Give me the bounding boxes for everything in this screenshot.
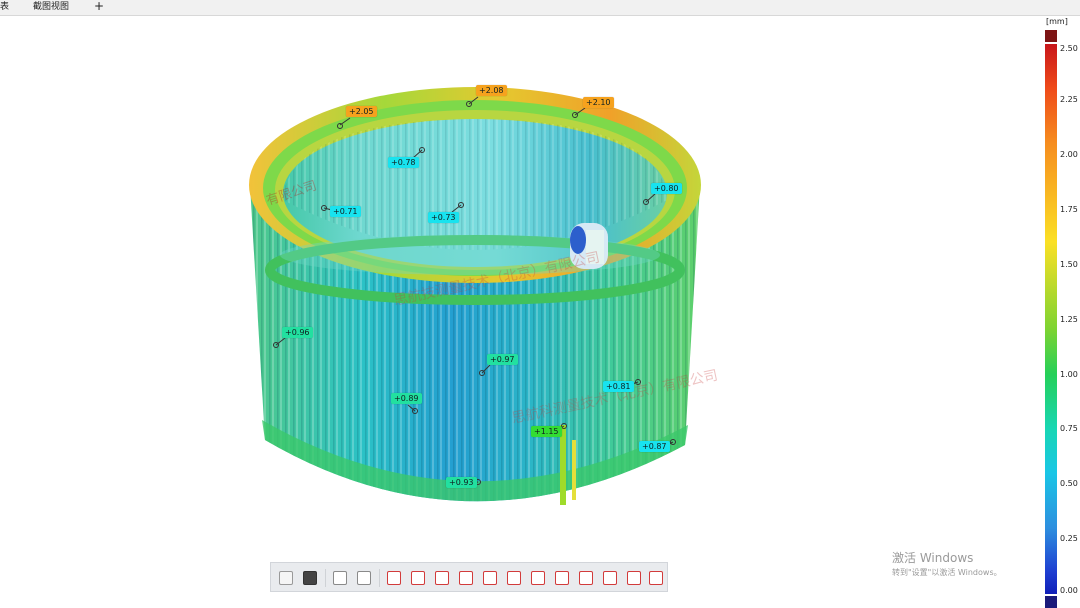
deviation-label[interactable]: +0.81: [603, 381, 634, 392]
legend-tick: 0.00: [1060, 586, 1078, 595]
expand-icon[interactable]: [579, 571, 593, 585]
probe-icon[interactable]: [435, 571, 449, 585]
tab-bar: 表 截图视图 +: [0, 0, 1080, 16]
deviation-label[interactable]: +0.97: [487, 354, 518, 365]
report-icon[interactable]: [649, 571, 663, 585]
color-deviation-model[interactable]: 有限公司 思航技测量技术（北京）有限公司 思航科测量技术（北京）有限公司: [0, 16, 1040, 608]
view-icon[interactable]: [279, 571, 293, 585]
activation-title: 激活 Windows: [892, 551, 974, 565]
legend-tick: 1.25: [1060, 315, 1078, 324]
tab-table[interactable]: 表: [0, 0, 9, 14]
bottom-toolbar: [270, 562, 668, 592]
cross-section-icon[interactable]: [411, 571, 425, 585]
legend-tick: 2.25: [1060, 95, 1078, 104]
section-icon[interactable]: [387, 571, 401, 585]
legend-tick: 0.75: [1060, 424, 1078, 433]
angle-icon[interactable]: [507, 571, 521, 585]
tab-screenshot-view[interactable]: 截图视图: [33, 0, 69, 14]
add-tab-button[interactable]: +: [94, 0, 104, 13]
toolbar-divider: [325, 569, 326, 587]
toolbar-divider: [379, 569, 380, 587]
monitor-icon[interactable]: [303, 571, 317, 585]
legend-tick: 0.25: [1060, 534, 1078, 543]
grid-icon[interactable]: [555, 571, 569, 585]
check-icon[interactable]: [603, 571, 617, 585]
square-icon[interactable]: [459, 571, 473, 585]
link-icon[interactable]: [531, 571, 545, 585]
deviation-label[interactable]: +0.89: [391, 393, 422, 404]
legend-tick: 2.00: [1060, 150, 1078, 159]
legend-tick: 0.50: [1060, 479, 1078, 488]
deviation-label[interactable]: +0.78: [388, 157, 419, 168]
deviation-label[interactable]: +2.05: [346, 106, 377, 117]
chart-icon[interactable]: [483, 571, 497, 585]
activation-subtitle: 转到"设置"以激活 Windows。: [892, 568, 1002, 577]
legend-tick: 2.50: [1060, 44, 1078, 53]
legend-tick: 1.00: [1060, 370, 1078, 379]
select-icon[interactable]: [333, 571, 347, 585]
deviation-label[interactable]: +0.73: [428, 212, 459, 223]
deviation-label[interactable]: +0.87: [639, 441, 670, 452]
split-icon[interactable]: [357, 571, 371, 585]
legend-tick: 1.50: [1060, 260, 1078, 269]
windows-activation-notice: 激活 Windows 转到"设置"以激活 Windows。: [892, 549, 1002, 578]
deviation-label[interactable]: +2.10: [583, 97, 614, 108]
deviation-label[interactable]: +0.93: [446, 477, 477, 488]
legend-under-swatch: [1045, 596, 1057, 608]
deviation-label[interactable]: +0.96: [282, 327, 313, 338]
legend-tick: 1.75: [1060, 205, 1078, 214]
deviation-label[interactable]: +1.15: [531, 426, 562, 437]
3d-viewport[interactable]: 有限公司 思航技测量技术（北京）有限公司 思航科测量技术（北京）有限公司 +2.…: [0, 16, 1040, 608]
close-icon[interactable]: [627, 571, 641, 585]
legend-over-swatch: [1045, 30, 1057, 42]
legend-unit: [mm]: [1046, 17, 1068, 26]
deviation-label[interactable]: +2.08: [476, 85, 507, 96]
deviation-label[interactable]: +0.71: [330, 206, 361, 217]
legend-color-bar: [1045, 44, 1057, 594]
deviation-label[interactable]: +0.80: [651, 183, 682, 194]
